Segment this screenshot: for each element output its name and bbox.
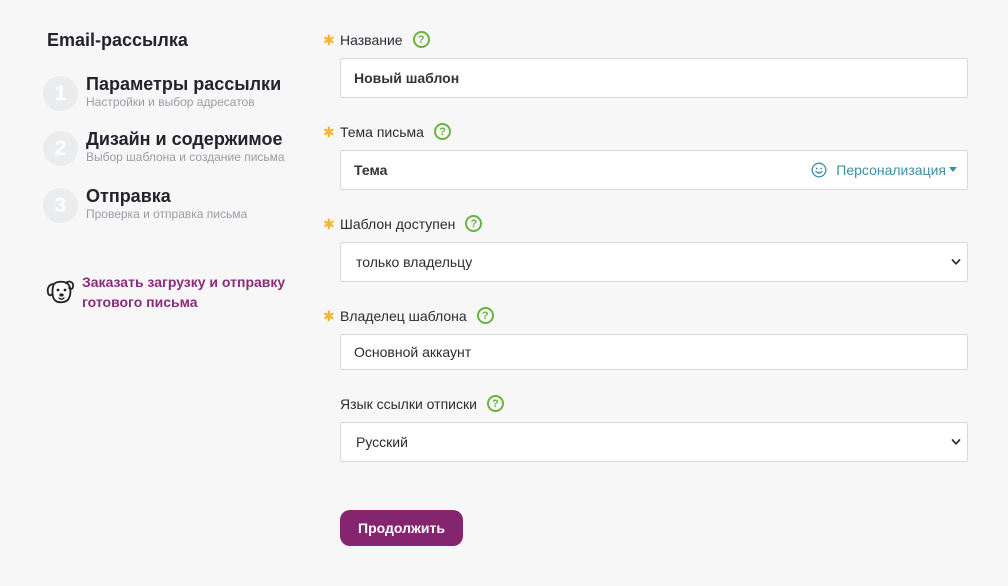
subject-input[interactable]: Тема Персонализация [340,150,968,190]
required-mark-icon: ✱ [323,124,335,140]
unsubscribe-language-label-text: Язык ссылки отписки [340,395,477,412]
owner-value: Основной аккаунт [354,344,472,360]
step-title: Дизайн и содержимое [86,129,283,149]
step-number: 1 [43,76,78,111]
chevron-down-icon [951,259,961,265]
dog-icon [46,280,75,304]
help-icon[interactable]: ? [465,215,483,232]
email-campaign-page: Email-рассылка 1 Параметры рассылки Наст… [0,0,1008,586]
name-label: Название ? [340,31,430,48]
help-icon[interactable]: ? [412,31,430,48]
step-send[interactable]: 3 Отправка Проверка и отправка письма [43,186,313,228]
owner-input[interactable]: Основной аккаунт [340,334,968,370]
subject-value: Тема [354,162,388,178]
step-title: Параметры рассылки [86,74,282,94]
owner-label-text: Владелец шаблона [340,307,467,324]
continue-button[interactable]: Продолжить [340,510,463,546]
step-subtitle: Проверка и отправка письма [86,207,248,221]
help-icon[interactable]: ? [476,307,494,324]
chevron-down-icon [951,439,961,445]
required-mark-icon: ✱ [323,216,335,232]
availability-label: Шаблон доступен ? [340,215,483,232]
order-link-line1: Заказать загрузку и отправку [82,274,286,290]
sidebar-title: Email-рассылка [47,30,188,50]
owner-label: Владелец шаблона ? [340,307,494,324]
step-number: 2 [43,131,78,166]
caret-down-icon [949,167,957,172]
subject-label: Тема письма ? [340,123,451,140]
unsubscribe-language-select[interactable]: Русский [340,422,968,462]
availability-select[interactable]: только владельцу [340,242,968,282]
help-icon[interactable]: ? [433,123,451,140]
step-design[interactable]: 2 Дизайн и содержимое Выбор шаблона и со… [43,129,313,171]
order-link-line2: готового письма [82,294,198,310]
availability-label-text: Шаблон доступен [340,215,456,232]
name-label-text: Название [340,31,403,48]
required-mark-icon: ✱ [323,308,335,324]
help-icon[interactable]: ? [486,395,504,412]
personalization-label: Персонализация [836,162,946,178]
step-subtitle: Настройки и выбор адресатов [86,95,255,109]
personalization-dropdown[interactable]: Персонализация [811,151,957,189]
template-name-input[interactable]: Новый шаблон [340,58,968,98]
smile-icon [811,162,827,178]
step-title: Отправка [86,186,171,206]
required-mark-icon: ✱ [323,32,335,48]
order-link-text[interactable]: Заказать загрузку и отправку готового пи… [82,272,285,312]
unsubscribe-language-label: Язык ссылки отписки ? [340,395,504,412]
step-subtitle: Выбор шаблона и создание письма [86,150,285,164]
unsubscribe-language-selected: Русский [356,434,408,450]
step-number: 3 [43,188,78,223]
order-upload-link[interactable]: Заказать загрузку и отправку готового пи… [45,270,315,314]
subject-label-text: Тема письма [340,123,424,140]
step-settings[interactable]: 1 Параметры рассылки Настройки и выбор а… [43,74,313,116]
template-name-value: Новый шаблон [354,70,460,86]
availability-selected: только владельцу [356,254,473,270]
